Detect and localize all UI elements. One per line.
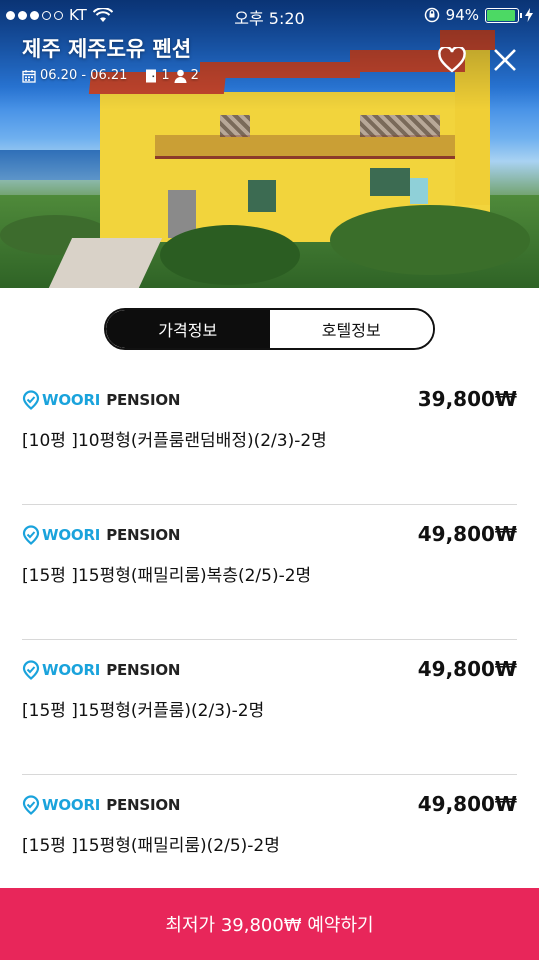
provider-name-a: WOORI xyxy=(42,391,101,409)
shrub xyxy=(330,205,530,275)
provider-logo: WOORI PENSION xyxy=(22,390,180,410)
offer-price: 49,800₩ xyxy=(417,657,517,681)
room-name: [15평 ]15평형(패밀리룸)복층(2/5)-2명 xyxy=(22,566,312,586)
offer-price: 49,800₩ xyxy=(417,792,517,816)
woori-pin-icon xyxy=(22,525,40,545)
status-right: 94% xyxy=(424,6,533,24)
guest-count: 2 xyxy=(190,68,199,83)
woori-pin-icon xyxy=(22,390,40,410)
orientation-lock-icon xyxy=(424,7,439,23)
provider-name-a: WOORI xyxy=(42,526,101,544)
battery-percent: 94% xyxy=(445,6,479,24)
stone-wall xyxy=(360,115,440,137)
provider-name-b: PENSION xyxy=(106,526,181,544)
battery-icon xyxy=(485,7,522,23)
window xyxy=(410,178,428,204)
favorite-button[interactable] xyxy=(436,44,468,76)
provider-name-a: WOORI xyxy=(42,796,101,814)
info-tabs: 가격정보 호텔정보 xyxy=(104,308,435,350)
property-title: 제주 제주도유 펜션 xyxy=(22,37,192,61)
list-item[interactable]: WOORI PENSION 49,800₩ [15평 ]15평형(패밀리룸)복층… xyxy=(22,505,517,640)
woori-pin-icon xyxy=(22,660,40,680)
room-name: [10평 ]10평형(커플룸랜덤배정)(2/3)-2명 xyxy=(22,431,327,451)
person-icon xyxy=(174,69,187,83)
window xyxy=(248,180,276,212)
window xyxy=(370,168,410,196)
offer-list: WOORI PENSION 39,800₩ [10평 ]10평형(커플룸랜덤배정… xyxy=(22,370,517,910)
charging-icon xyxy=(525,8,533,22)
tab-hotel-info[interactable]: 호텔정보 xyxy=(269,310,433,348)
provider-logo: WOORI PENSION xyxy=(22,525,180,545)
book-lowest-price-button[interactable]: 최저가 39,800₩ 예약하기 xyxy=(0,888,539,960)
heart-icon xyxy=(438,47,466,73)
close-button[interactable] xyxy=(489,44,521,76)
provider-name-b: PENSION xyxy=(106,796,181,814)
woori-pin-icon xyxy=(22,795,40,815)
stone-wall xyxy=(220,115,250,137)
provider-name-a: WOORI xyxy=(42,661,101,679)
room-count: 1 xyxy=(161,68,170,83)
room-name: [15평 ]15평형(커플룸)(2/3)-2명 xyxy=(22,701,265,721)
list-item[interactable]: WOORI PENSION 49,800₩ [15평 ]15평형(커플룸)(2/… xyxy=(22,640,517,775)
provider-logo: WOORI PENSION xyxy=(22,795,180,815)
provider-name-b: PENSION xyxy=(106,661,181,679)
offer-price: 49,800₩ xyxy=(417,522,517,546)
status-bar: KT 오후 5:20 94% xyxy=(0,0,539,30)
room-name: [15평 ]15평형(패밀리룸)(2/5)-2명 xyxy=(22,836,280,856)
shrub xyxy=(160,225,300,285)
close-icon xyxy=(494,49,516,71)
stay-dates: 06.20 - 06.21 xyxy=(40,68,128,83)
provider-name-b: PENSION xyxy=(106,391,181,409)
provider-logo: WOORI PENSION xyxy=(22,660,180,680)
stay-meta: 06.20 - 06.21 1 2 xyxy=(22,68,199,83)
offer-price: 39,800₩ xyxy=(417,387,517,411)
calendar-icon xyxy=(22,69,36,83)
list-item[interactable]: WOORI PENSION 39,800₩ [10평 ]10평형(커플룸랜덤배정… xyxy=(22,370,517,505)
tab-price-info[interactable]: 가격정보 xyxy=(106,310,270,348)
door-icon xyxy=(146,69,157,82)
balcony xyxy=(155,135,455,159)
